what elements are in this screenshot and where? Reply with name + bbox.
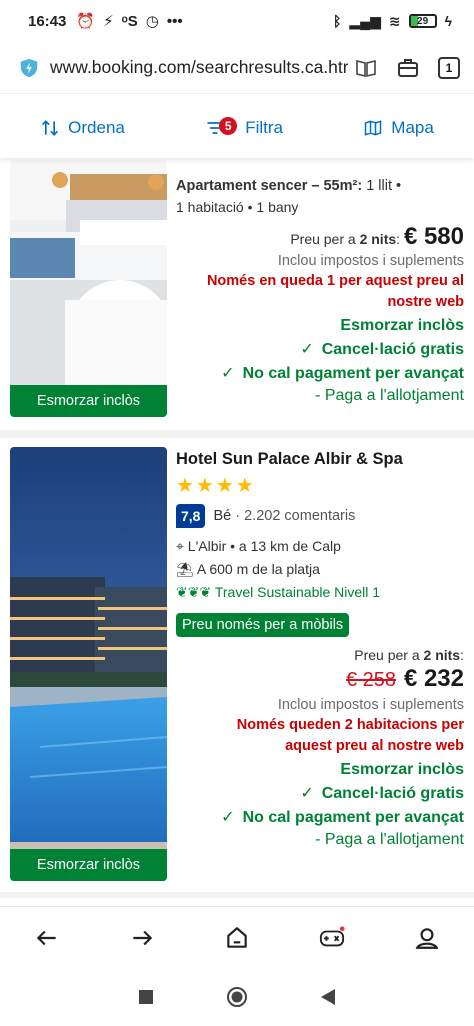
pay-at-property: - Paga a l'allotjament xyxy=(315,387,464,404)
no-prepayment: ✓ No cal pagament per avançat xyxy=(221,365,464,382)
battery-icon: 29 xyxy=(408,14,437,28)
status-bar: 16:43 ⏰ ⚡ ᵒS ◷ ••• ᛒ ▂▄▆ ≋ 29 ϟ xyxy=(0,0,474,42)
url-text[interactable]: www.booking.com/searchresults.ca.htr xyxy=(50,57,348,78)
games-icon[interactable] xyxy=(319,925,345,951)
filter-label: Filtra xyxy=(245,118,283,137)
card-divider xyxy=(0,430,474,438)
briefcase-icon[interactable] xyxy=(396,56,420,80)
listing-photo[interactable]: Esmorzar inclòs xyxy=(10,160,167,417)
sort-icon xyxy=(42,120,59,136)
beds-count: 1 llit • xyxy=(366,178,402,194)
apartment-bedroom-image xyxy=(10,160,167,417)
price: € 580 xyxy=(403,223,464,250)
system-nav-bar xyxy=(0,968,474,1026)
tab-switcher-button[interactable]: 1 xyxy=(438,56,460,79)
hotel-pool-image xyxy=(10,447,167,881)
os-icon: ᵒS xyxy=(121,12,138,30)
home-button-icon[interactable] xyxy=(226,986,248,1008)
rooms-info: 1 habitació • 1 bany xyxy=(176,199,299,215)
mobile-only-price-tag: Preu només per a mòbils xyxy=(176,613,350,637)
signal-icon: ▂▄▆ xyxy=(349,12,381,29)
beach-icon: ⛱ xyxy=(176,561,194,577)
check-icon: ✓ xyxy=(221,365,235,382)
no-prepayment: ✓ No cal pagament per avançat xyxy=(221,809,464,826)
beach-distance: ⛱ A 600 m de la platja xyxy=(176,561,320,577)
breakfast-photo-tag: Esmorzar inclòs xyxy=(10,385,167,417)
map-icon xyxy=(365,120,382,136)
check-icon: ✓ xyxy=(300,341,314,358)
free-cancellation: ✓ Cancel·lació gratis xyxy=(300,341,464,358)
results-toolbar: Ordena 5 Filtra Mapa xyxy=(0,98,474,158)
review-count: · 2.202 comentaris xyxy=(235,508,356,524)
filter-count-badge: 5 xyxy=(219,117,238,135)
bluetooth-icon: ᛒ xyxy=(332,13,342,29)
forward-arrow-icon[interactable] xyxy=(129,925,155,951)
hotel-name[interactable]: Hotel Sun Palace Albir & Spa xyxy=(176,450,464,469)
review-score-badge: 7,8 xyxy=(176,504,206,528)
taxes-note: Inclou impostos i suplements xyxy=(277,253,464,269)
breakfast-photo-tag: Esmorzar inclòs xyxy=(10,849,167,881)
taxes-note: Inclou impostos i suplements xyxy=(277,697,464,713)
free-cancellation: ✓ Cancel·lació gratis xyxy=(300,785,464,802)
breakfast-included: Esmorzar inclòs xyxy=(340,761,464,778)
sort-button[interactable]: Ordena xyxy=(40,118,125,138)
reader-mode-icon[interactable] xyxy=(354,56,378,80)
profile-icon[interactable] xyxy=(414,925,440,951)
back-arrow-icon[interactable] xyxy=(34,925,60,951)
original-price: € 258 xyxy=(345,669,397,691)
location-line: ⌖ L'Albir • a 13 km de Calp xyxy=(176,538,341,554)
shield-status-icon: ⚡ xyxy=(103,13,114,30)
score-label: Bé xyxy=(213,508,232,524)
sort-label: Ordena xyxy=(68,118,125,137)
filter-button[interactable]: 5 Filtra xyxy=(205,117,283,138)
charging-icon: ϟ xyxy=(444,13,452,29)
more-icon: ••• xyxy=(166,12,183,30)
map-button[interactable]: Mapa xyxy=(363,118,434,138)
unit-type: Apartament sencer – 55m²: xyxy=(176,178,363,194)
wifi-icon: ≋ xyxy=(388,12,401,29)
browser-bottom-nav xyxy=(0,906,474,968)
scarcity-note: Només queden 2 habitacions per aquest pr… xyxy=(236,717,464,754)
address-bar[interactable]: www.booking.com/searchresults.ca.htr 1 xyxy=(0,42,474,94)
listing-card-2[interactable]: Esmorzar inclòs Hotel Sun Palace Albir &… xyxy=(0,438,474,893)
location-pin-icon: ⌖ xyxy=(176,538,184,554)
timer-icon: ◷ xyxy=(145,13,159,30)
star-rating: ★★★★ xyxy=(176,475,256,497)
listing-photo[interactable]: Esmorzar inclòs xyxy=(10,447,167,881)
map-label: Mapa xyxy=(391,118,434,137)
shield-icon[interactable] xyxy=(18,57,40,79)
leaf-icon: ❦❦❦ xyxy=(176,584,212,600)
scarcity-note: Només en queda 1 per aquest preu al nost… xyxy=(206,273,464,310)
price: € 232 xyxy=(403,665,464,692)
back-triangle-icon[interactable] xyxy=(320,988,336,1006)
card-divider xyxy=(0,892,474,898)
price-line: Preu per a 2 nits: xyxy=(354,647,464,663)
clock: 16:43 xyxy=(28,12,67,30)
sustainability-badge[interactable]: ❦❦❦ Travel Sustainable Nivell 1 xyxy=(176,584,464,601)
recents-icon[interactable] xyxy=(138,989,154,1005)
check-icon: ✓ xyxy=(300,785,314,802)
check-icon: ✓ xyxy=(221,809,235,826)
breakfast-included: Esmorzar inclòs xyxy=(340,317,464,334)
review-summary[interactable]: 7,8 Bé · 2.202 comentaris xyxy=(176,504,464,528)
alarm-icon: ⏰ xyxy=(76,13,96,30)
pay-at-property: - Paga a l'allotjament xyxy=(315,831,464,848)
price-line: Preu per a 2 nits: € 580 xyxy=(290,223,464,250)
home-icon[interactable] xyxy=(224,925,250,951)
listing-card-1[interactable]: Esmorzar inclòs Apartament sencer – 55m²… xyxy=(0,158,474,426)
